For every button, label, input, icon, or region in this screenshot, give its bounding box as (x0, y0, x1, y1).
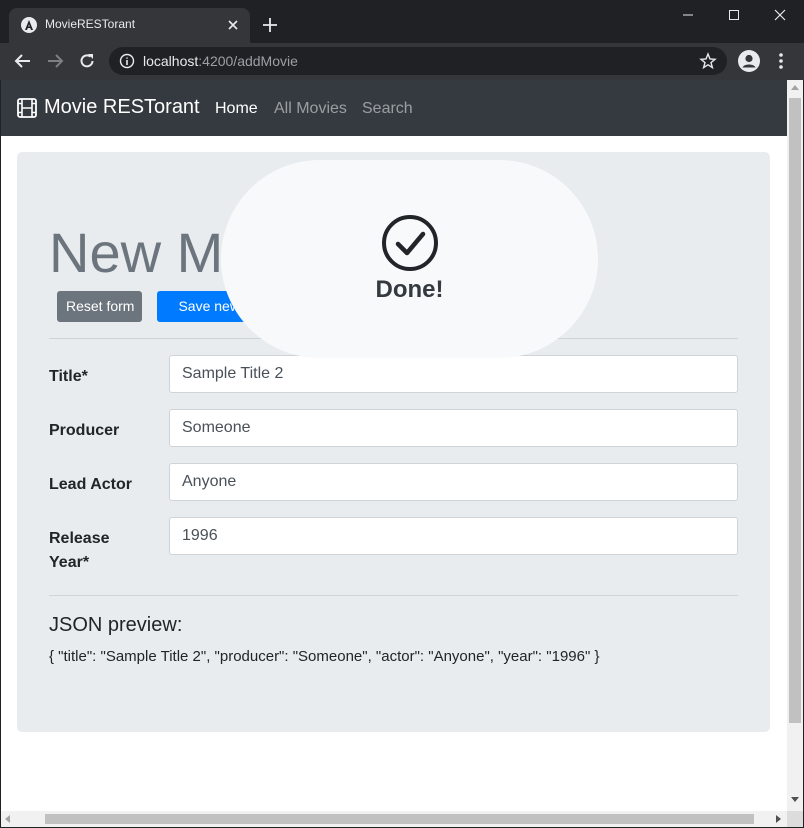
reload-icon[interactable] (78, 52, 96, 70)
json-preview-heading: JSON preview: (49, 614, 183, 636)
brand-link[interactable]: Movie RESTorant (16, 96, 200, 119)
more-menu-icon[interactable] (776, 52, 786, 70)
close-tab-icon[interactable] (225, 17, 241, 33)
lead-actor-label: Lead Actor (49, 476, 132, 493)
maximize-button[interactable] (711, 0, 757, 30)
close-window-button[interactable] (757, 0, 803, 30)
profile-avatar-icon[interactable] (738, 50, 760, 72)
tab-title: MovieRESTorant (45, 17, 136, 31)
new-tab-icon[interactable] (261, 16, 279, 34)
success-toast: Done! (221, 160, 598, 358)
producer-label: Producer (49, 422, 120, 439)
page-viewport: Movie RESTorant Home All Movies Search N… (1, 80, 787, 811)
vertical-scrollbar[interactable] (787, 80, 803, 811)
horizontal-scroll-thumb[interactable] (45, 814, 754, 824)
back-arrow-icon[interactable] (14, 52, 32, 70)
url-path: :4200/addMovie (198, 53, 298, 69)
release-year-input[interactable] (169, 517, 738, 555)
info-icon[interactable] (119, 53, 135, 69)
vertical-scroll-thumb[interactable] (789, 98, 801, 723)
horizontal-scrollbar[interactable] (1, 811, 787, 827)
producer-input[interactable] (169, 409, 738, 447)
maximize-icon (729, 10, 739, 20)
scrollbar-corner (787, 811, 803, 827)
angular-favicon-icon (21, 17, 37, 33)
close-window-icon (774, 9, 786, 21)
film-icon (17, 97, 37, 118)
browser-tab[interactable]: MovieRESTorant (9, 8, 250, 43)
minimize-button[interactable] (665, 0, 711, 30)
lead-actor-input[interactable] (169, 463, 738, 501)
title-input[interactable] (169, 355, 738, 393)
nav-search[interactable]: Search (362, 100, 413, 118)
browser-toolbar: localhost:4200/addMovie (0, 43, 804, 80)
app-navbar: Movie RESTorant Home All Movies Search (1, 80, 787, 136)
release-year-label: Release Year* (49, 530, 110, 571)
title-label: Title* (49, 368, 88, 385)
bookmark-star-icon[interactable] (699, 52, 717, 70)
brand-text: Movie RESTorant (44, 96, 200, 118)
forward-arrow-icon[interactable] (46, 52, 64, 70)
check-circle-icon (382, 215, 438, 271)
browser-titlebar: MovieRESTorant (0, 0, 804, 43)
scroll-down-icon[interactable] (791, 797, 799, 802)
json-preview-text: { "title": "Sample Title 2", "producer":… (49, 648, 600, 665)
url-host: localhost (143, 53, 199, 69)
scroll-up-icon[interactable] (791, 85, 799, 90)
scroll-left-icon[interactable] (5, 815, 10, 823)
scroll-right-icon[interactable] (776, 815, 781, 823)
toast-message: Done! (375, 276, 444, 303)
nav-all-movies[interactable]: All Movies (274, 100, 347, 118)
minimize-icon (683, 14, 693, 16)
divider (49, 595, 738, 596)
url-text: localhost:4200/addMovie (143, 53, 298, 69)
reset-form-button[interactable]: Reset form (57, 291, 142, 322)
address-bar[interactable]: localhost:4200/addMovie (109, 47, 727, 75)
nav-home[interactable]: Home (215, 100, 258, 118)
